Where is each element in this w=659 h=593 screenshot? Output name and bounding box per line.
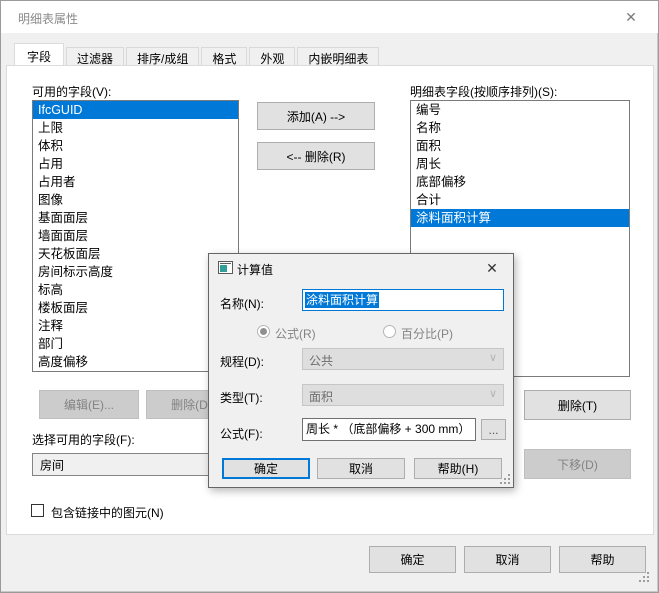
scheduled-field-item[interactable]: 编号 <box>411 101 629 119</box>
titlebar: 明细表属性 ✕ <box>1 1 658 33</box>
formula-radio[interactable] <box>257 325 270 338</box>
available-field-item[interactable]: 占用者 <box>33 173 238 191</box>
ok-button[interactable]: 确定 <box>369 546 456 573</box>
available-field-item[interactable]: 图像 <box>33 191 238 209</box>
discipline-combobox[interactable]: 公共 ∨ <box>302 348 504 370</box>
category-combobox-value: 房间 <box>40 456 64 473</box>
formula-input[interactable]: 周长 * （底部偏移 + 300 mm） <box>302 418 476 441</box>
available-fields-label: 可用的字段(V): <box>32 83 111 100</box>
calculated-value-dialog: 计算值 ✕ 名称(N): 涂料面积计算 公式(R) 百分比(P) 规程(D): … <box>208 253 514 488</box>
discipline-value: 公共 <box>309 352 333 369</box>
scheduled-fields-label: 明细表字段(按顺序排列)(S): <box>410 83 557 100</box>
remove-button[interactable]: <-- 删除(R) <box>257 142 375 170</box>
app-window-icon <box>218 261 233 274</box>
available-field-item[interactable]: 体积 <box>33 137 238 155</box>
name-label: 名称(N): <box>220 295 264 312</box>
percentage-radio-label: 百分比(P) <box>401 325 453 342</box>
discipline-label: 规程(D): <box>220 353 264 370</box>
percentage-radio[interactable] <box>383 325 396 338</box>
scheduled-field-item[interactable]: 面积 <box>411 137 629 155</box>
type-value: 面积 <box>309 388 333 405</box>
name-input[interactable]: 涂料面积计算 <box>302 289 504 311</box>
available-field-item[interactable]: 上限 <box>33 119 238 137</box>
add-button[interactable]: 添加(A) --> <box>257 102 375 130</box>
tab-strip: 字段过滤器排序/成组格式外观内嵌明细表 <box>14 42 381 66</box>
available-field-item[interactable]: 基面面层 <box>33 209 238 227</box>
cancel-button[interactable]: 取消 <box>464 546 551 573</box>
type-combobox[interactable]: 面积 ∨ <box>302 384 504 406</box>
available-field-item[interactable]: IfcGUID <box>33 101 238 119</box>
type-label: 类型(T): <box>220 389 263 406</box>
include-linked-label: 包含链接中的图元(N) <box>51 504 164 521</box>
scheduled-field-item[interactable]: 涂料面积计算 <box>411 209 629 227</box>
modal-cancel-button[interactable]: 取消 <box>317 458 405 479</box>
delete-scheduled-field-button[interactable]: 删除(T) <box>524 390 631 420</box>
modal-close-icon[interactable]: ✕ <box>479 258 505 278</box>
name-input-selected-text: 涂料面积计算 <box>305 292 379 308</box>
scheduled-field-item[interactable]: 底部偏移 <box>411 173 629 191</box>
chevron-down-icon: ∨ <box>489 387 497 400</box>
formula-browse-button[interactable]: ... <box>481 419 506 440</box>
formula-radio-label: 公式(R) <box>275 325 316 342</box>
modal-help-button[interactable]: 帮助(H) <box>414 458 502 479</box>
scheduled-field-item[interactable]: 周长 <box>411 155 629 173</box>
move-down-button[interactable]: 下移(D) <box>524 449 631 479</box>
resize-grip-icon[interactable] <box>638 571 650 583</box>
scheduled-field-item[interactable]: 合计 <box>411 191 629 209</box>
chevron-down-icon: ∨ <box>489 351 497 364</box>
available-field-item[interactable]: 占用 <box>33 155 238 173</box>
modal-resize-grip-icon[interactable] <box>499 473 511 485</box>
modal-ok-button[interactable]: 确定 <box>222 458 310 479</box>
edit-field-button[interactable]: 编辑(E)... <box>39 390 139 419</box>
select-available-fields-label: 选择可用的字段(F): <box>32 431 135 448</box>
help-button[interactable]: 帮助 <box>559 546 646 573</box>
scheduled-field-item[interactable]: 名称 <box>411 119 629 137</box>
include-linked-checkbox[interactable] <box>31 504 44 517</box>
available-field-item[interactable]: 墙面面层 <box>33 227 238 245</box>
formula-label: 公式(F): <box>220 425 263 442</box>
close-icon[interactable]: ✕ <box>616 6 646 28</box>
modal-title: 计算值 <box>237 261 273 278</box>
schedule-properties-dialog: 明细表属性 ✕ 字段过滤器排序/成组格式外观内嵌明细表 可用的字段(V): If… <box>0 0 659 593</box>
window-title: 明细表属性 <box>18 10 78 27</box>
